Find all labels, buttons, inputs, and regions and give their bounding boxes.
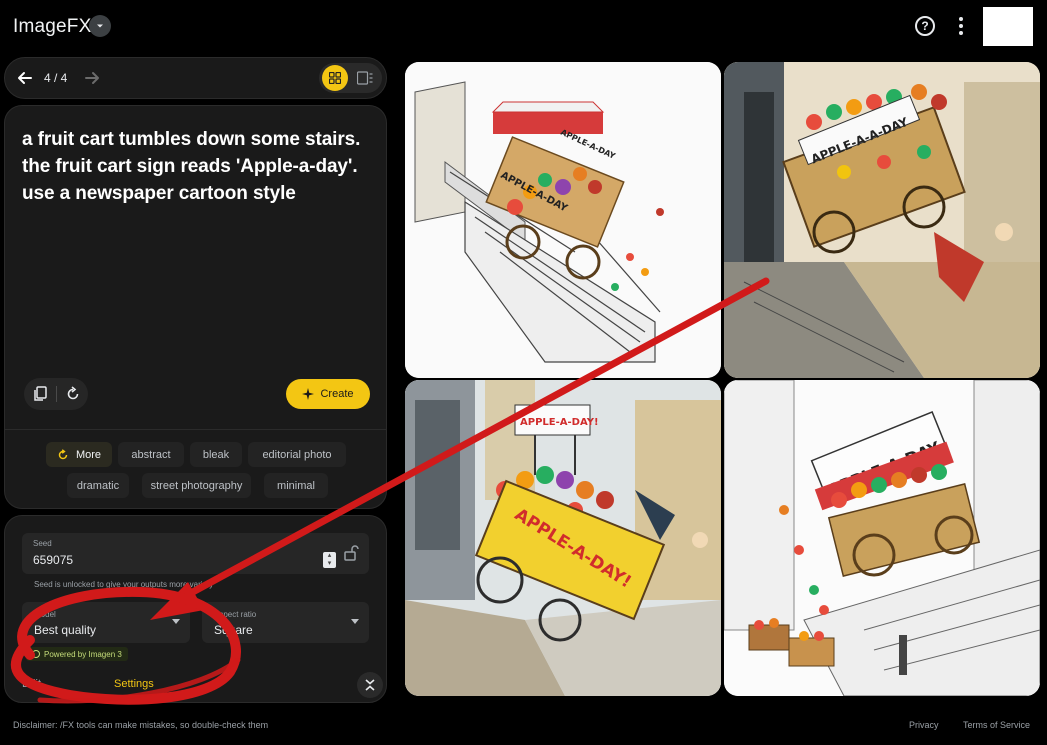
more-options-button[interactable] (953, 15, 969, 37)
chip-bleak[interactable]: bleak (190, 442, 242, 467)
image-counter: 4 / 4 (44, 71, 68, 85)
grid-view-icon (329, 72, 341, 84)
settings-panel: Seed 659075 ▴ ▾ Seed is unlocked to give … (4, 515, 387, 703)
single-view-icon[interactable] (357, 71, 373, 85)
refresh-icon[interactable] (64, 385, 82, 403)
seed-stepper[interactable]: ▴ ▾ (323, 552, 336, 568)
privacy-link[interactable]: Privacy (909, 720, 939, 730)
account-avatar[interactable] (983, 7, 1033, 46)
seed-input[interactable]: 659075 (33, 553, 73, 567)
chip-abstract[interactable]: abstract (118, 442, 184, 467)
generated-image-4[interactable]: APPLE-A-DAY (724, 380, 1040, 696)
more-chip[interactable]: More (46, 442, 112, 467)
powered-by-badge: Powered by Imagen 3 (26, 647, 128, 661)
app-title: ImageFX (13, 16, 92, 37)
generated-image-1[interactable]: APPLE-A-DAY APPLE-A-DAY (405, 62, 721, 378)
seed-hint: Seed is unlocked to give your outputs mo… (34, 580, 214, 589)
powered-by-label: Powered by Imagen 3 (44, 649, 122, 659)
disclaimer: Disclaimer: /FX tools can make mistakes,… (13, 720, 269, 730)
chip-street-photography[interactable]: street photography (142, 473, 251, 498)
generated-image-3[interactable]: APPLE-A-DAY! APPLE-A-DAY! (405, 380, 721, 696)
chevron-down-icon (97, 24, 103, 28)
app-menu-button[interactable] (89, 15, 111, 37)
seed-label: Seed (33, 539, 52, 548)
cartoon-illustration: APPLE-A-DAY APPLE-A-DAY (405, 62, 721, 378)
prompt-actions (24, 378, 88, 410)
info-icon (32, 650, 40, 658)
prompt-panel: a fruit cart tumbles down some stairs. t… (4, 105, 387, 509)
tab-settings[interactable]: Settings (114, 678, 154, 690)
more-vert-icon (959, 17, 963, 21)
unfold-icon (365, 679, 375, 691)
chip-dramatic[interactable]: dramatic (67, 473, 129, 498)
model-label: Model (34, 610, 56, 619)
unlock-icon[interactable] (343, 544, 359, 562)
arrow-forward-icon[interactable] (82, 68, 102, 88)
cartoon-illustration: APPLE-A-DAY (724, 380, 1040, 696)
cart-sign-3: APPLE-A-DAY! (520, 417, 599, 428)
image-navigation-bar: 4 / 4 (4, 57, 387, 99)
collapse-button[interactable] (357, 672, 383, 698)
divider (5, 429, 386, 430)
cartoon-illustration: APPLE-A-DAY! APPLE-A-DAY! (405, 380, 721, 696)
tab-edit[interactable]: Edit (22, 678, 41, 690)
refresh-icon (58, 448, 68, 459)
divider (56, 386, 57, 402)
more-chip-label: More (75, 448, 102, 461)
help-button[interactable]: ? (915, 16, 935, 36)
help-circle-icon: ? (921, 19, 929, 33)
chevron-down-icon (172, 619, 180, 624)
seed-field[interactable]: Seed 659075 ▴ ▾ (22, 533, 369, 574)
create-button[interactable]: Create (286, 379, 370, 409)
generated-image-2[interactable]: APPLE-A-A-DAY (724, 62, 1040, 378)
sparkle-icon (302, 388, 315, 400)
grid-view-button[interactable] (322, 65, 348, 91)
prompt-textbox[interactable]: a fruit cart tumbles down some stairs. t… (22, 126, 372, 207)
chip-editorial-photo[interactable]: editorial photo (248, 442, 346, 467)
aspect-ratio-value: Square (214, 623, 253, 637)
terms-link[interactable]: Terms of Service (963, 720, 1030, 730)
aspect-ratio-label: Aspect ratio (214, 610, 257, 619)
view-mode-toggle (319, 63, 382, 93)
model-select[interactable]: Model Best quality (22, 602, 190, 643)
aspect-ratio-select[interactable]: Aspect ratio Square (202, 602, 369, 643)
cartoon-illustration: APPLE-A-A-DAY (724, 62, 1040, 378)
model-value: Best quality (34, 623, 97, 637)
chevron-down-icon (351, 619, 359, 624)
arrow-back-icon[interactable] (15, 68, 35, 88)
create-label: Create (320, 388, 354, 400)
copy-icon[interactable] (32, 385, 50, 403)
chip-minimal[interactable]: minimal (264, 473, 328, 498)
